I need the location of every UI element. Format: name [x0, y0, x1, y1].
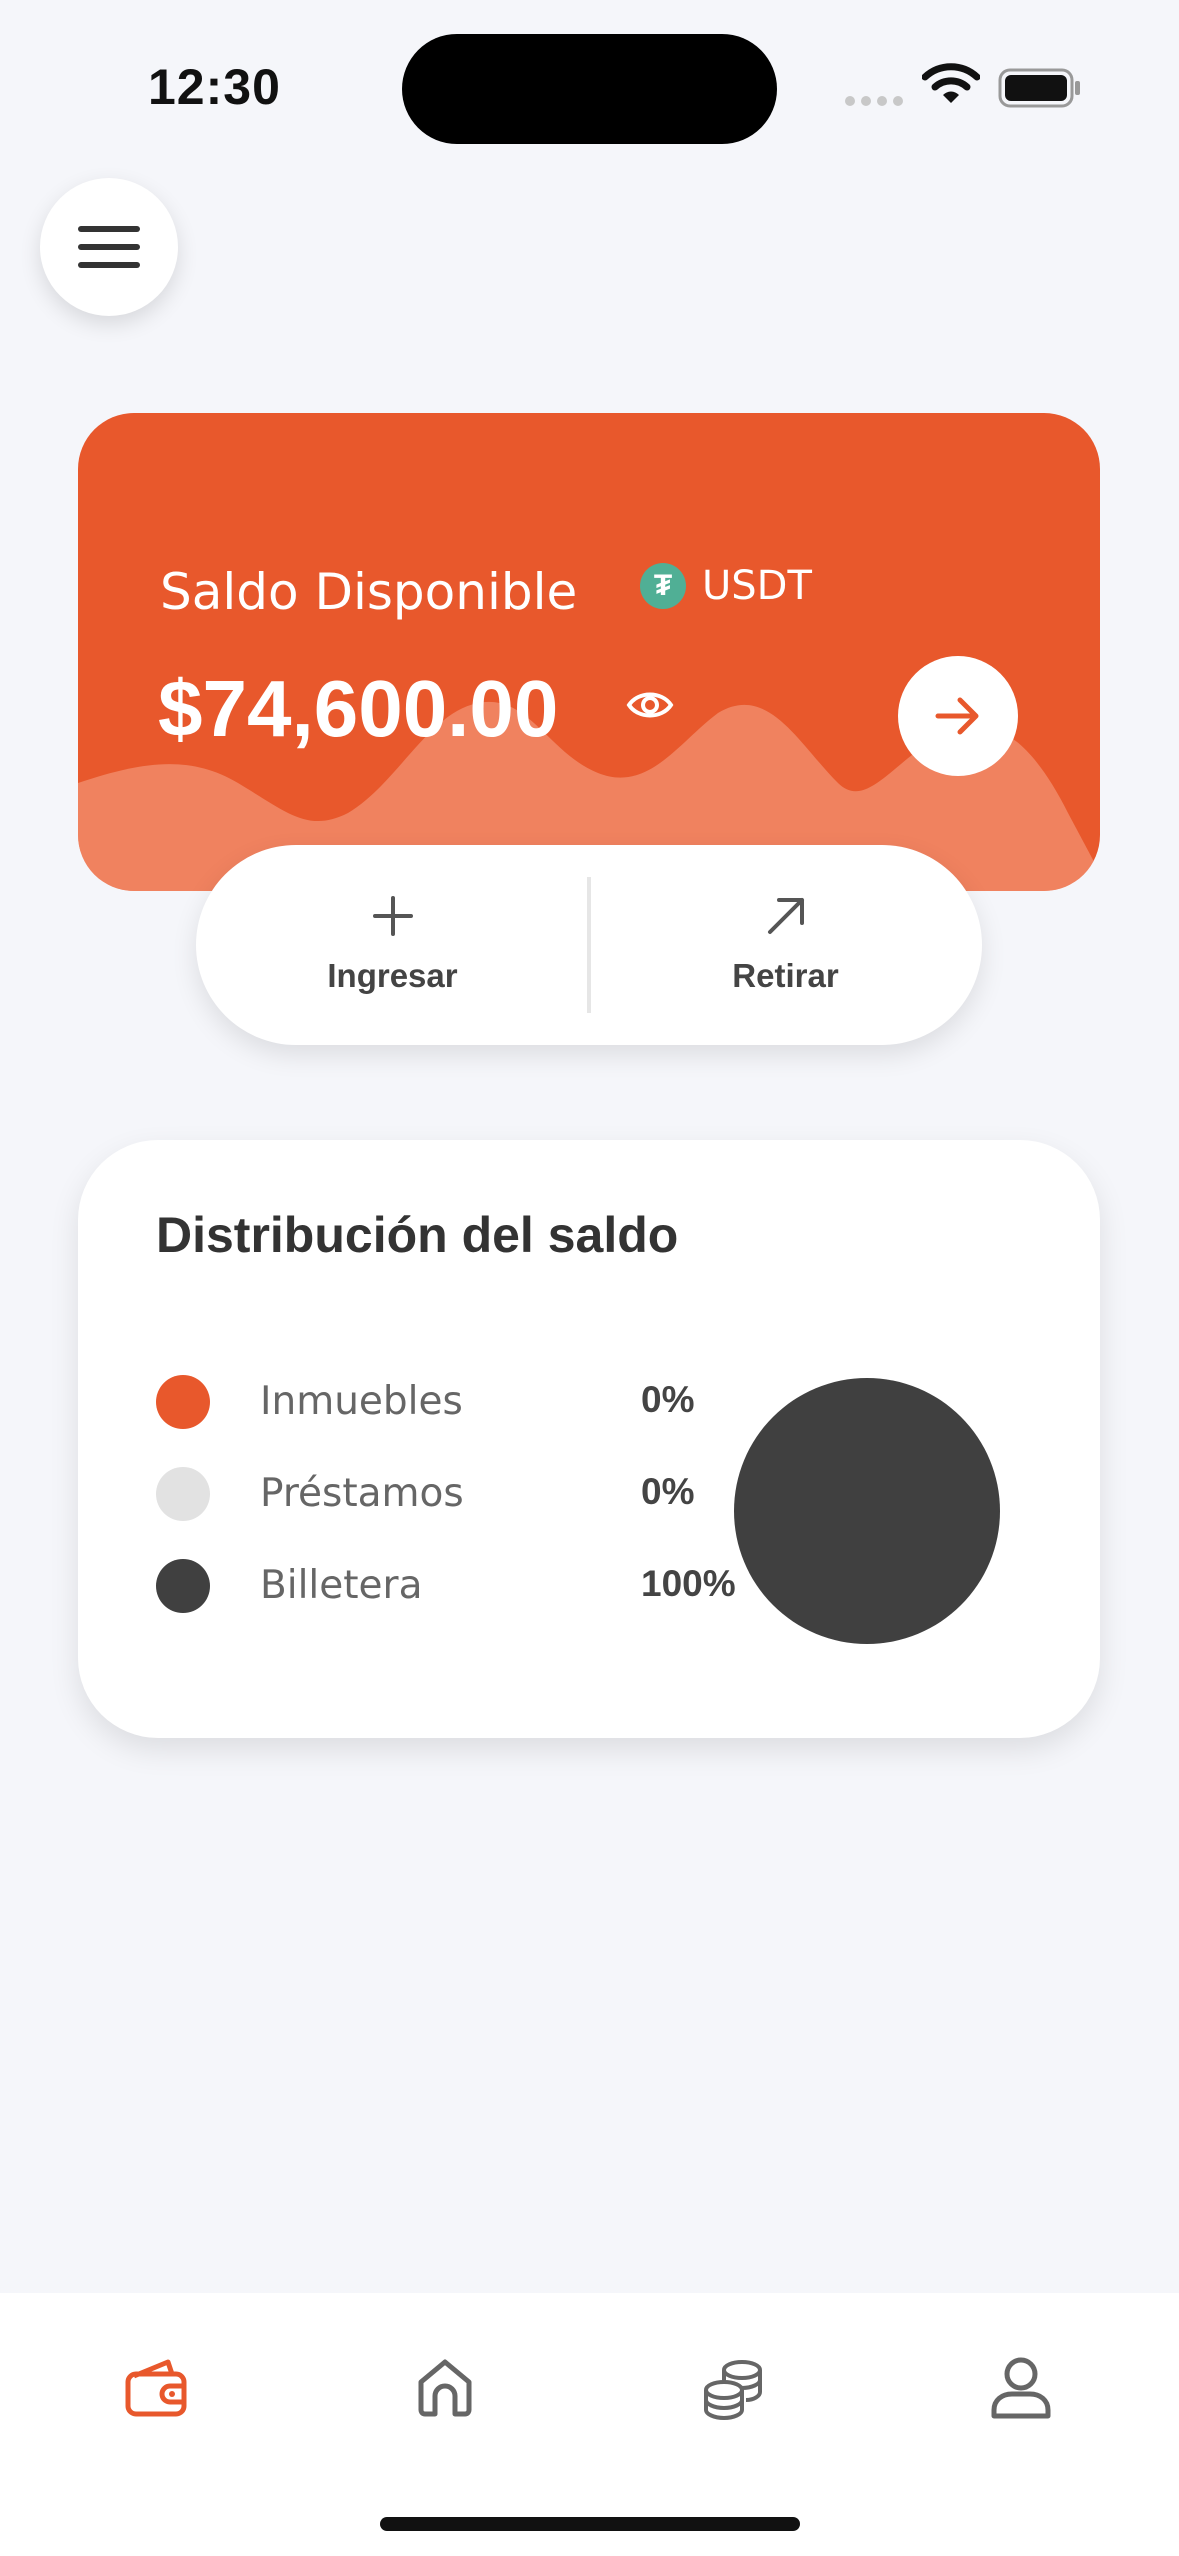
profile-icon [991, 2357, 1051, 2419]
wallet-icon [125, 2359, 187, 2417]
balance-label: Saldo Disponible [160, 563, 578, 621]
nav-wallet[interactable] [112, 2343, 202, 2433]
details-arrow-button[interactable] [898, 656, 1018, 776]
tether-icon: ₮ [640, 563, 686, 609]
coins-icon [704, 2360, 762, 2420]
home-icon [418, 2359, 472, 2417]
legend-percent: 0% [641, 1379, 695, 1420]
actions-bar: Ingresar Retirar [196, 845, 982, 1045]
status-time: 12:30 [148, 59, 281, 115]
legend-dot [156, 1467, 210, 1521]
nav-investments[interactable] [688, 2343, 778, 2433]
legend-name: Préstamos [260, 1471, 464, 1516]
balance-amount: $74,600.00 [158, 664, 559, 753]
arrow-up-right-icon [767, 898, 804, 934]
dynamic-island [402, 34, 777, 144]
currency-badge: ₮ USDT [640, 563, 812, 609]
legend-dot [156, 1559, 210, 1613]
wave-decoration [78, 701, 1100, 891]
distribution-card: Distribución del saldo Inmuebles 0% Prés… [78, 1140, 1100, 1738]
pie-slice-billetera [734, 1378, 1000, 1644]
legend-percent: 0% [641, 1471, 695, 1512]
eye-icon[interactable] [626, 687, 674, 723]
balance-card: Saldo Disponible ₮ USDT $74,600.00 [78, 413, 1100, 891]
currency-label: USDT [702, 563, 812, 609]
legend-dot [156, 1375, 210, 1429]
nav-profile[interactable] [976, 2343, 1066, 2433]
distribution-title: Distribución del saldo [156, 1207, 679, 1263]
deposit-button[interactable]: Ingresar [196, 845, 589, 1045]
withdraw-label: Retirar [732, 957, 839, 994]
home-indicator [380, 2517, 800, 2531]
signal-icon [845, 92, 905, 108]
legend-name: Billetera [260, 1563, 423, 1608]
plus-icon [372, 896, 413, 936]
battery-icon [998, 68, 1080, 108]
wifi-icon [922, 63, 980, 103]
arrow-right-icon [935, 697, 979, 735]
legend-percent: 100% [641, 1563, 736, 1604]
deposit-label: Ingresar [327, 957, 458, 994]
menu-button[interactable] [40, 178, 178, 316]
legend-name: Inmuebles [260, 1379, 463, 1424]
withdraw-button[interactable]: Retirar [589, 845, 982, 1045]
distribution-pie-chart [734, 1378, 1000, 1644]
nav-home[interactable] [400, 2343, 490, 2433]
